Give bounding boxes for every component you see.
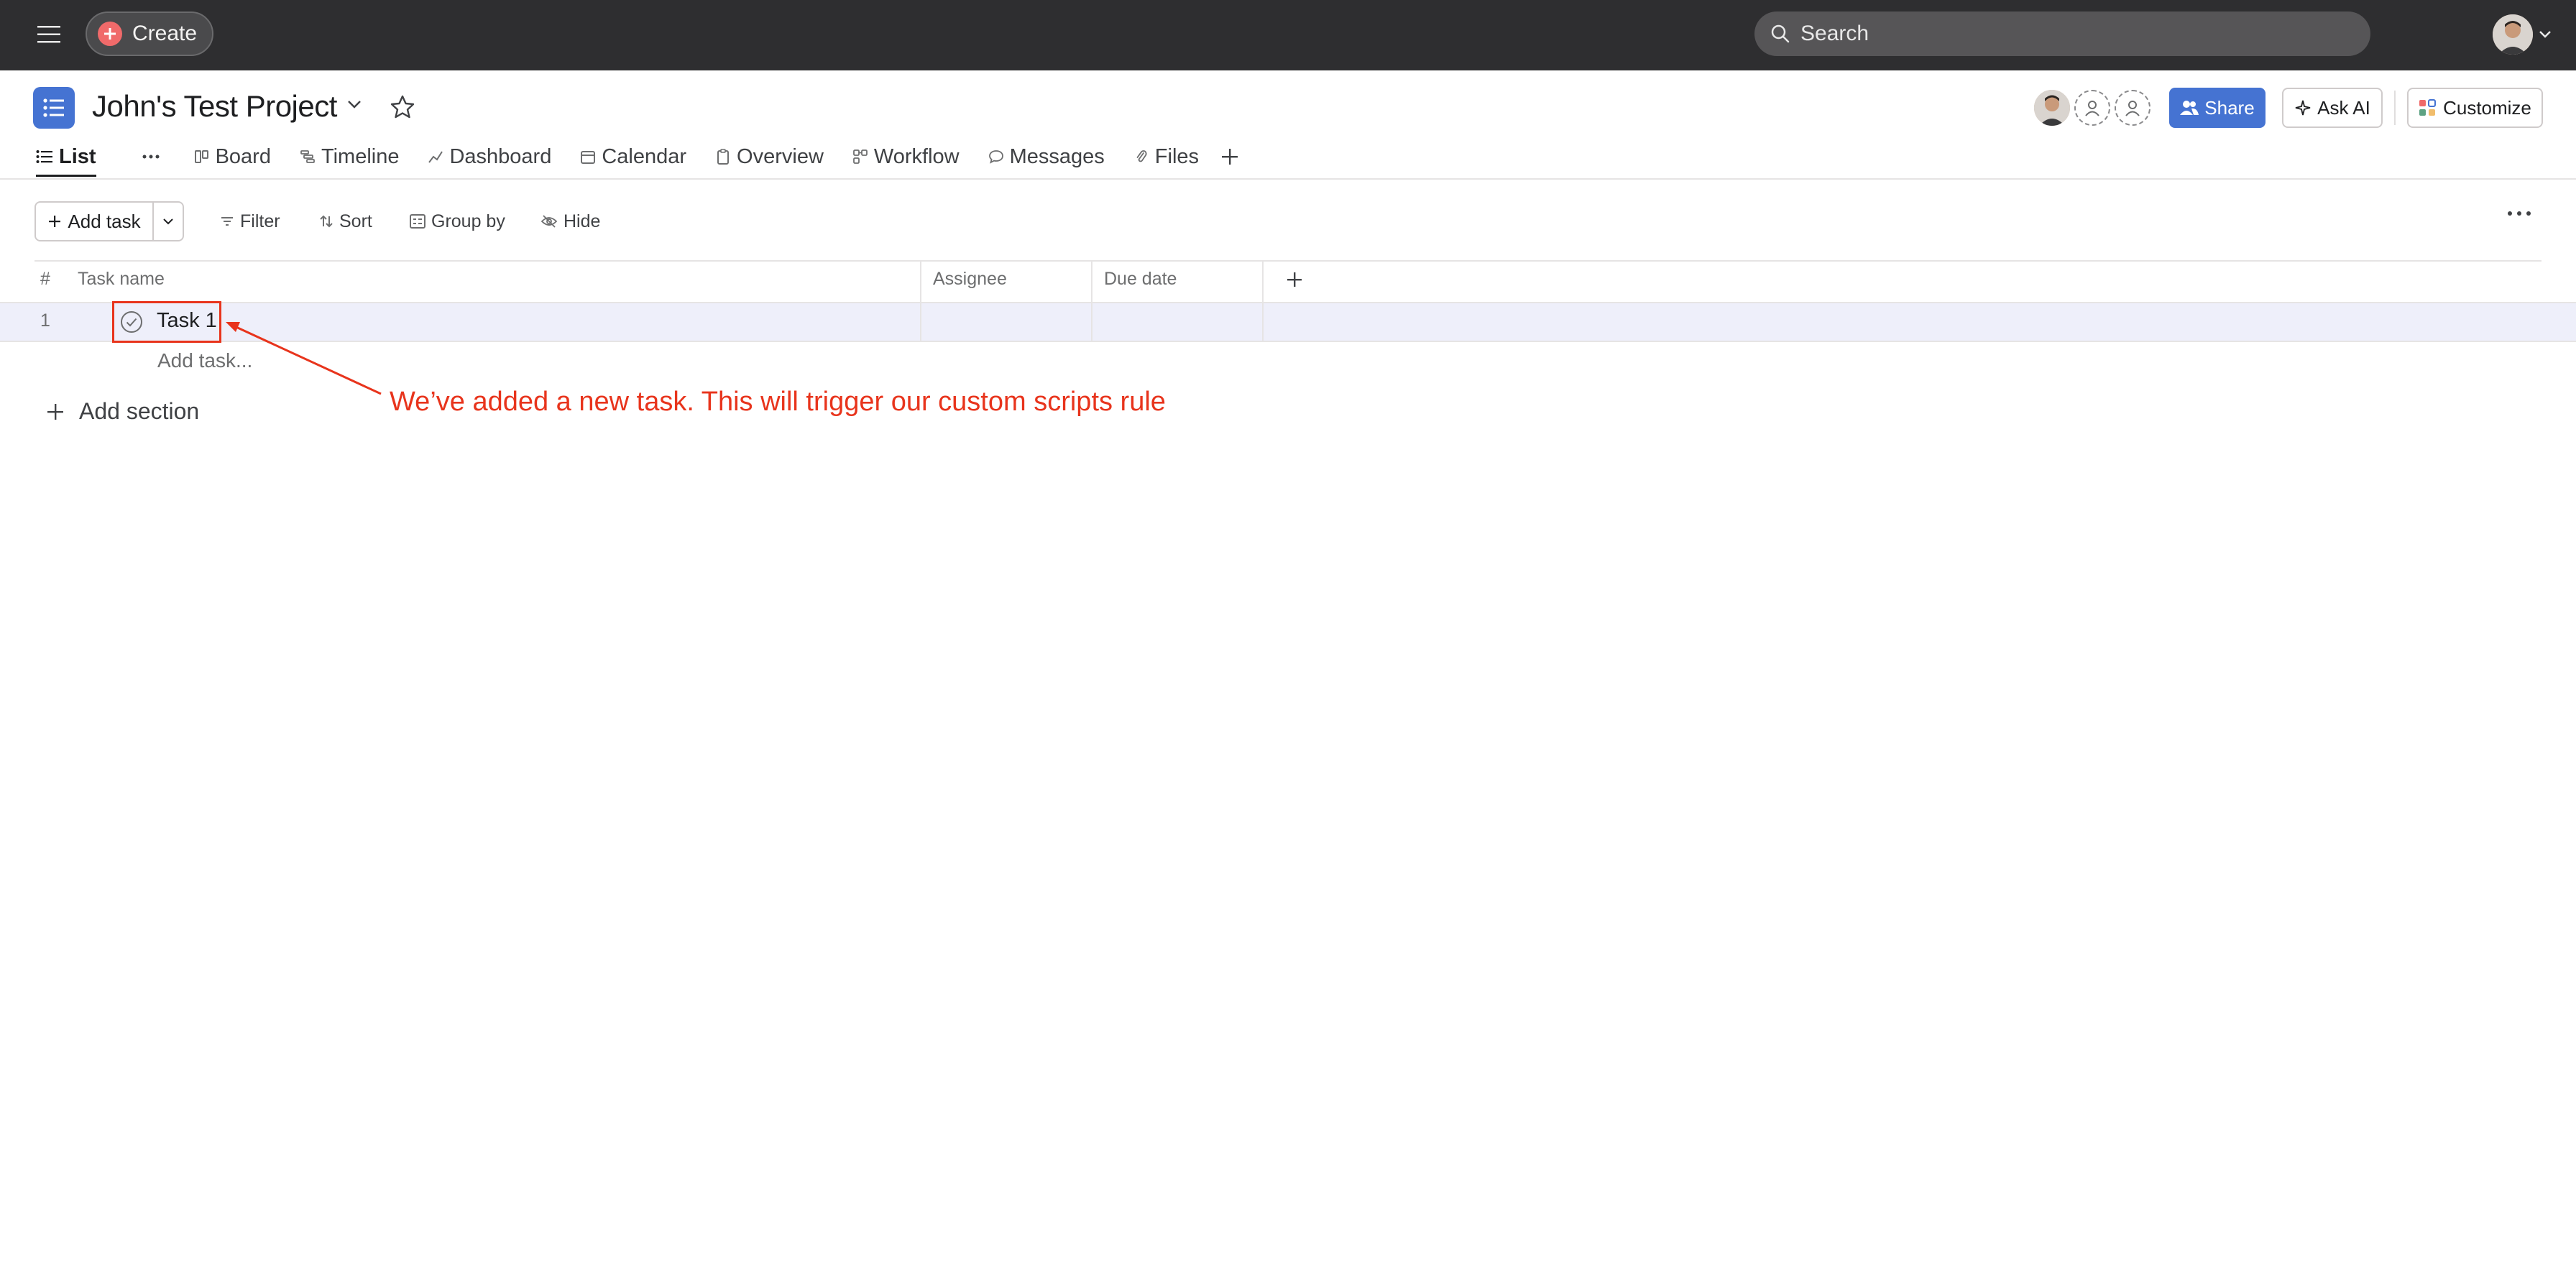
list-icon xyxy=(36,149,53,164)
add-task-button-group: Add task xyxy=(34,201,184,241)
sparkle-icon xyxy=(2294,99,2312,116)
people-icon xyxy=(2180,100,2199,116)
column-header-due-date[interactable]: Due date xyxy=(1104,269,1177,290)
check-circle-icon[interactable] xyxy=(119,310,144,334)
divider xyxy=(0,341,2576,342)
board-icon xyxy=(194,149,210,165)
tab-files[interactable]: Files xyxy=(1133,141,1199,172)
project-members[interactable] xyxy=(2034,89,2155,126)
filter-label: Filter xyxy=(240,211,280,231)
workflow-icon xyxy=(852,149,868,165)
column-divider xyxy=(1262,303,1264,341)
add-task-label: Add task xyxy=(68,210,141,232)
tab-board[interactable]: Board xyxy=(194,141,271,172)
add-section-label: Add section xyxy=(79,398,200,424)
tab-label: Overview xyxy=(737,144,824,168)
hide-button[interactable]: Hide xyxy=(540,207,600,236)
table-row[interactable] xyxy=(0,303,2576,341)
dashboard-icon xyxy=(428,149,443,165)
more-options-icon[interactable] xyxy=(142,141,160,172)
search-icon xyxy=(1770,24,1790,44)
share-label: Share xyxy=(2204,96,2255,119)
calendar-icon xyxy=(580,149,596,165)
plus-icon xyxy=(98,22,122,46)
user-menu[interactable] xyxy=(2493,13,2559,56)
eye-off-icon xyxy=(540,214,558,229)
top-bar: Create Search xyxy=(0,0,2576,70)
add-task-button[interactable]: Add task xyxy=(36,203,154,240)
divider xyxy=(0,178,2576,180)
empty-member-icon xyxy=(2074,90,2110,126)
tab-overview[interactable]: Overview xyxy=(715,141,824,172)
column-header-assignee[interactable]: Assignee xyxy=(933,269,1007,290)
paperclip-icon xyxy=(1133,149,1149,165)
create-label: Create xyxy=(132,22,198,45)
divider xyxy=(34,260,2542,262)
project-title[interactable]: John's Test Project xyxy=(92,89,337,124)
annotation-text: We’ve added a new task. This will trigge… xyxy=(390,387,1166,417)
add-tab-icon[interactable] xyxy=(1220,141,1239,172)
share-button[interactable]: Share xyxy=(2169,88,2266,128)
filter-icon xyxy=(220,215,234,228)
tab-label: Timeline xyxy=(321,144,400,168)
tab-dashboard[interactable]: Dashboard xyxy=(428,141,551,172)
tab-timeline[interactable]: Timeline xyxy=(300,141,400,172)
sort-button[interactable]: Sort xyxy=(319,207,372,236)
avatar xyxy=(2034,90,2070,126)
add-task-dropdown[interactable] xyxy=(154,203,183,240)
sort-icon xyxy=(319,214,334,229)
add-task-inline[interactable]: Add task... xyxy=(157,349,252,372)
column-header-number: # xyxy=(40,269,50,289)
group-by-icon xyxy=(410,214,426,229)
sort-label: Sort xyxy=(339,211,372,231)
group-by-button[interactable]: Group by xyxy=(410,207,505,236)
tab-label: Dashboard xyxy=(449,144,552,168)
tab-calendar[interactable]: Calendar xyxy=(580,141,686,172)
hide-label: Hide xyxy=(564,211,601,231)
chevron-down-icon xyxy=(162,217,175,226)
column-divider xyxy=(1091,303,1092,341)
plus-icon xyxy=(47,214,62,229)
column-divider xyxy=(920,303,921,341)
avatar xyxy=(2493,14,2533,55)
tab-list[interactable]: List xyxy=(36,141,96,177)
tab-label: Workflow xyxy=(873,144,960,168)
tab-label: Board xyxy=(215,144,271,168)
search-input[interactable]: Search xyxy=(1754,11,2370,56)
task-name[interactable]: Task 1 xyxy=(157,309,217,333)
ask-ai-button[interactable]: Ask AI xyxy=(2282,88,2383,128)
customize-button[interactable]: Customize xyxy=(2407,88,2543,128)
chevron-down-icon[interactable] xyxy=(346,99,362,109)
project-list-icon xyxy=(33,87,75,129)
group-by-label: Group by xyxy=(431,211,505,231)
hamburger-menu-icon[interactable] xyxy=(34,20,63,49)
add-section-button[interactable]: Add section xyxy=(46,398,199,425)
tab-label: Files xyxy=(1154,144,1200,168)
column-header-task-name[interactable]: Task name xyxy=(78,269,165,290)
create-button[interactable]: Create xyxy=(86,11,213,56)
overview-icon xyxy=(715,149,731,165)
tab-workflow[interactable]: Workflow xyxy=(852,141,960,172)
chevron-down-icon xyxy=(2539,30,2552,39)
timeline-icon xyxy=(300,149,316,165)
add-column-icon[interactable] xyxy=(1287,272,1302,287)
empty-member-icon xyxy=(2115,90,2150,126)
ask-ai-label: Ask AI xyxy=(2317,96,2370,119)
divider xyxy=(2394,91,2396,125)
annotation-arrow xyxy=(226,322,382,395)
tab-label: Calendar xyxy=(602,144,687,168)
plus-icon xyxy=(46,402,65,421)
row-number: 1 xyxy=(40,310,50,331)
tab-label: Messages xyxy=(1009,144,1105,168)
messages-icon xyxy=(988,149,1004,165)
tab-label: List xyxy=(59,144,96,168)
customize-grid-icon xyxy=(2419,99,2437,116)
star-icon[interactable] xyxy=(389,93,416,121)
customize-label: Customize xyxy=(2443,96,2531,119)
filter-button[interactable]: Filter xyxy=(220,207,280,236)
tab-messages[interactable]: Messages xyxy=(988,141,1105,172)
search-placeholder: Search xyxy=(1800,22,1869,45)
view-tabs: List Board Timeline Dashboard Calendar O… xyxy=(36,141,1239,178)
more-options-icon[interactable] xyxy=(2507,210,2531,217)
